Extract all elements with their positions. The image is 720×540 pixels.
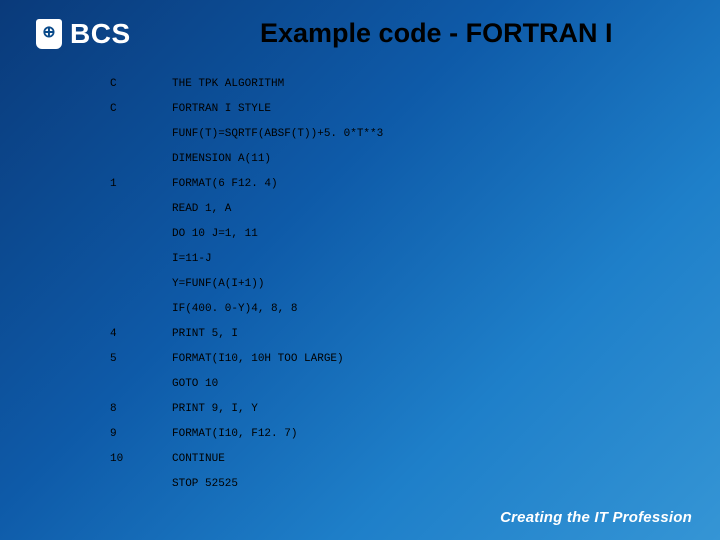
code-line: 5FORMAT(I10, 10H TOO LARGE) (110, 353, 680, 378)
code-stmt: FUNF(T)=SQRTF(ABSF(T))+5. 0*T**3 (172, 128, 680, 140)
slide: ⊕ BCS Example code - FORTRAN I CTHE TPK … (0, 0, 720, 540)
code-line: FUNF(T)=SQRTF(ABSF(T))+5. 0*T**3 (110, 128, 680, 153)
code-stmt: DO 10 J=1, 11 (172, 228, 680, 240)
code-stmt: FORMAT(I10, 10H TOO LARGE) (172, 353, 680, 365)
bcs-logo-icon: ⊕ (42, 25, 55, 41)
code-stmt: I=11-J (172, 253, 680, 265)
code-stmt: PRINT 9, I, Y (172, 403, 680, 415)
code-line: STOP 52525 (110, 478, 680, 503)
code-stmt: THE TPK ALGORITHM (172, 78, 680, 90)
footer-bold: IT (594, 509, 608, 526)
code-line: GOTO 10 (110, 378, 680, 403)
code-label: 1 (110, 178, 172, 190)
code-stmt: DIMENSION A(11) (172, 153, 680, 165)
bcs-logo-badge: ⊕ (36, 19, 62, 49)
code-stmt: FORTRAN I STYLE (172, 103, 680, 115)
code-label: 9 (110, 428, 172, 440)
code-line: CTHE TPK ALGORITHM (110, 78, 680, 103)
code-line: IF(400. 0-Y)4, 8, 8 (110, 303, 680, 328)
code-label: 4 (110, 328, 172, 340)
code-label: C (110, 103, 172, 115)
bcs-logo: ⊕ BCS (36, 18, 131, 50)
code-block: CTHE TPK ALGORITHM CFORTRAN I STYLE FUNF… (110, 78, 680, 503)
code-stmt: GOTO 10 (172, 378, 680, 390)
code-line: 1FORMAT(6 F12. 4) (110, 178, 680, 203)
bcs-logo-text: BCS (70, 18, 131, 50)
code-line: DO 10 J=1, 11 (110, 228, 680, 253)
footer-tagline: Creating the IT Profession (500, 509, 692, 526)
footer-prefix: Creating the (500, 509, 594, 526)
footer-suffix: Profession (608, 509, 692, 526)
code-line: 8PRINT 9, I, Y (110, 403, 680, 428)
page-title: Example code - FORTRAN I (260, 18, 690, 49)
code-line: 4PRINT 5, I (110, 328, 680, 353)
code-stmt: FORMAT(6 F12. 4) (172, 178, 680, 190)
code-stmt: CONTINUE (172, 453, 680, 465)
code-line: 9FORMAT(I10, F12. 7) (110, 428, 680, 453)
code-label: C (110, 78, 172, 90)
code-stmt: Y=FUNF(A(I+1)) (172, 278, 680, 290)
code-line: CFORTRAN I STYLE (110, 103, 680, 128)
code-label: 8 (110, 403, 172, 415)
code-stmt: PRINT 5, I (172, 328, 680, 340)
code-line: I=11-J (110, 253, 680, 278)
code-line: Y=FUNF(A(I+1)) (110, 278, 680, 303)
code-stmt: READ 1, A (172, 203, 680, 215)
code-label: 10 (110, 453, 172, 465)
code-line: DIMENSION A(11) (110, 153, 680, 178)
code-stmt: FORMAT(I10, F12. 7) (172, 428, 680, 440)
code-line: READ 1, A (110, 203, 680, 228)
code-stmt: STOP 52525 (172, 478, 680, 490)
code-label: 5 (110, 353, 172, 365)
code-stmt: IF(400. 0-Y)4, 8, 8 (172, 303, 680, 315)
code-line: 10CONTINUE (110, 453, 680, 478)
